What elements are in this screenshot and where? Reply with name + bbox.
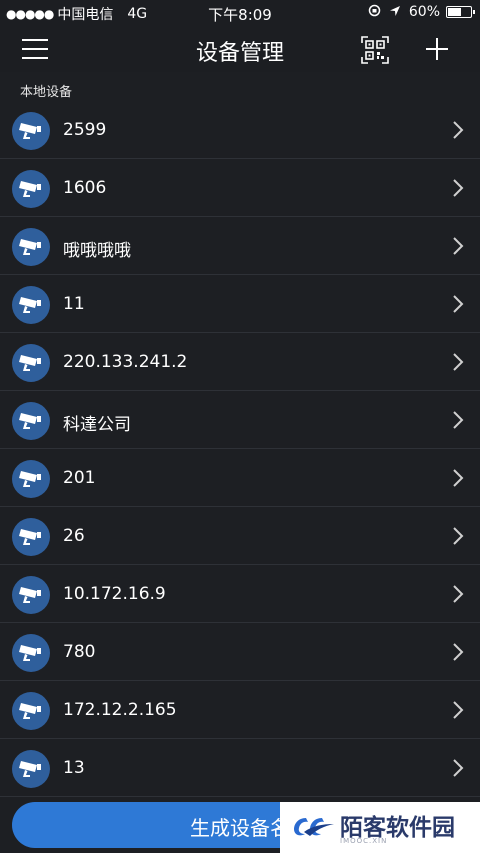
watermark-subtext: IMOOC.XIN: [340, 837, 388, 845]
camera-icon: [12, 402, 50, 440]
chevron-right-icon: [452, 469, 464, 487]
device-row-0[interactable]: 2599: [0, 101, 480, 159]
battery-percent: 60%: [408, 4, 440, 20]
device-row-1[interactable]: 1606: [0, 159, 480, 217]
chevron-right-icon: [452, 759, 464, 777]
camera-icon: [12, 692, 50, 730]
camera-icon: [12, 750, 50, 788]
qr-scan-icon[interactable]: [361, 36, 389, 64]
device-name: 172.12.2.165: [63, 700, 177, 720]
device-name: 哦哦哦哦: [63, 241, 131, 261]
device-name: 1606: [63, 178, 107, 198]
device-name: 13: [63, 758, 85, 778]
device-name: 2599: [63, 120, 107, 140]
device-name: 220.133.241.2: [63, 352, 188, 372]
device-row-4[interactable]: 220.133.241.2: [0, 333, 480, 391]
nav-bar: 设备管理: [0, 26, 480, 72]
device-row-8[interactable]: 10.172.16.9: [0, 565, 480, 623]
location-icon: [389, 5, 401, 20]
chevron-right-icon: [452, 527, 464, 545]
device-row-10[interactable]: 172.12.2.165: [0, 681, 480, 739]
chevron-right-icon: [452, 643, 464, 661]
device-name: 201: [63, 468, 96, 488]
device-name: 10.172.16.9: [63, 584, 166, 604]
status-bar: ●●●●● 中国电信 4G 下午8:09 60%: [0, 0, 480, 26]
camera-icon: [12, 112, 50, 150]
chevron-right-icon: [452, 701, 464, 719]
device-name: 11: [63, 294, 85, 314]
chevron-right-icon: [452, 121, 464, 139]
battery-icon: [446, 6, 475, 18]
device-list: 2599 1606 哦哦哦哦 11 220.133.241.2 科達公司 201…: [0, 101, 480, 797]
orientation-lock-icon: [368, 4, 381, 20]
chevron-right-icon: [452, 411, 464, 429]
watermark: 陌客软件园 IMOOC.XIN: [280, 802, 480, 853]
camera-icon: [12, 228, 50, 266]
chevron-right-icon: [452, 237, 464, 255]
chevron-right-icon: [452, 295, 464, 313]
chevron-right-icon: [452, 353, 464, 371]
battery-fill: [448, 8, 461, 16]
device-name: 780: [63, 642, 96, 662]
device-name: 科達公司: [63, 415, 131, 435]
device-row-2[interactable]: 哦哦哦哦: [0, 217, 480, 275]
chevron-right-icon: [452, 585, 464, 603]
add-device-button[interactable]: [424, 36, 450, 62]
device-row-3[interactable]: 11: [0, 275, 480, 333]
chevron-right-icon: [452, 179, 464, 197]
watermark-logo-icon: [292, 814, 336, 844]
device-row-6[interactable]: 201: [0, 449, 480, 507]
device-row-11[interactable]: 13: [0, 739, 480, 797]
device-row-7[interactable]: 26: [0, 507, 480, 565]
device-row-5[interactable]: 科達公司: [0, 391, 480, 449]
section-header-local-devices: 本地设备: [20, 85, 73, 100]
camera-icon: [12, 576, 50, 614]
camera-icon: [12, 460, 50, 498]
camera-icon: [12, 170, 50, 208]
camera-icon: [12, 344, 50, 382]
device-row-9[interactable]: 780: [0, 623, 480, 681]
camera-icon: [12, 286, 50, 324]
camera-icon: [12, 518, 50, 556]
device-name: 26: [63, 526, 85, 546]
page-title: 设备管理: [195, 41, 284, 66]
camera-icon: [12, 634, 50, 672]
